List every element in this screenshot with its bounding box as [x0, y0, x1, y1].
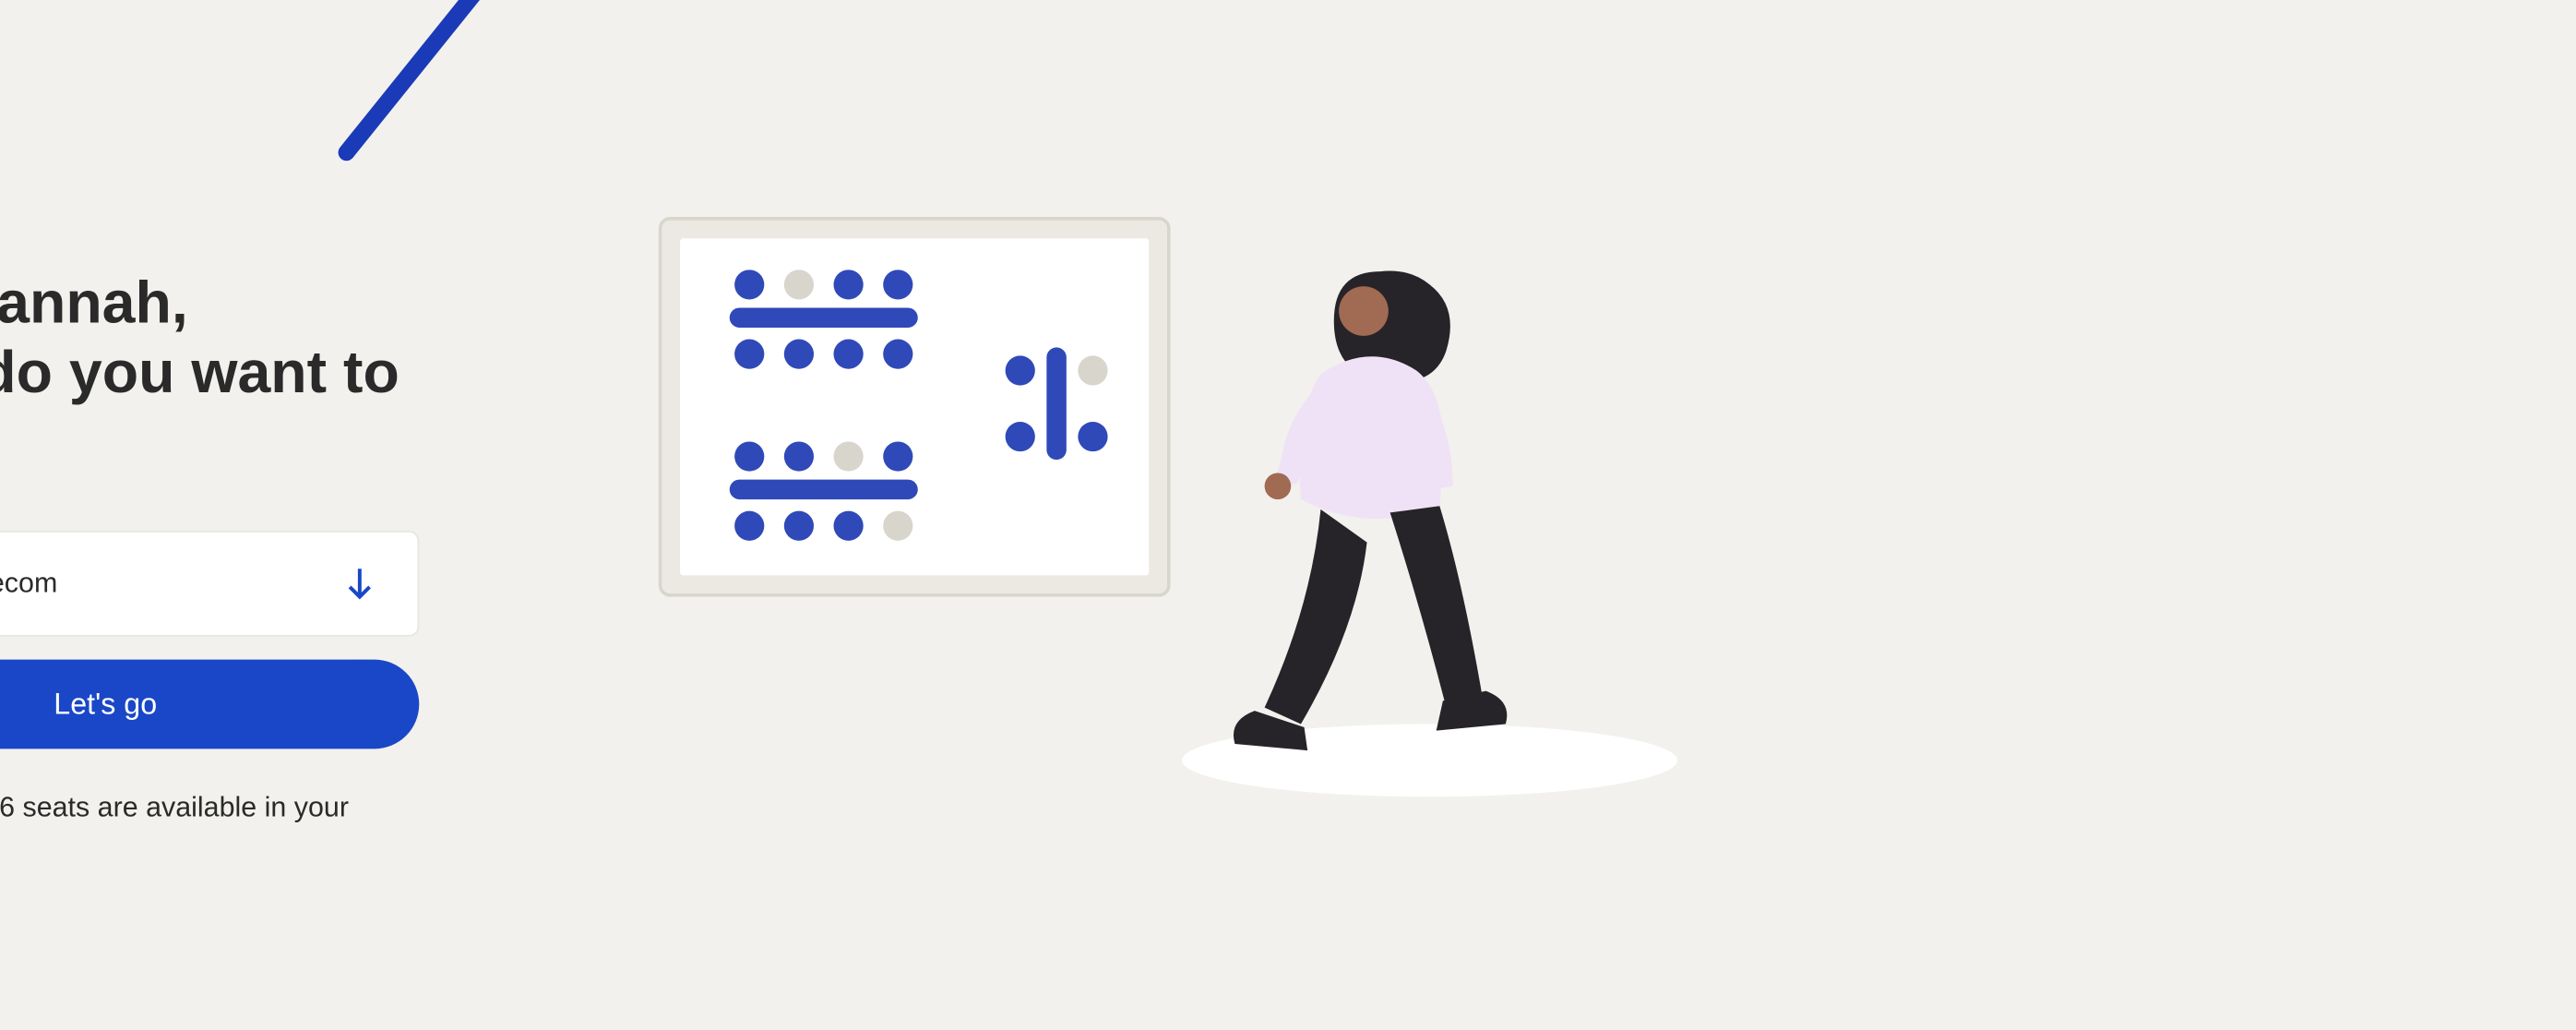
greeting: Hello Hannah, where do you want to book? — [0, 269, 419, 479]
illustration — [653, 212, 1677, 807]
availability-text: Currently 66 of 96 seats are available i… — [0, 793, 419, 859]
location-value: Location basecom — [0, 568, 57, 601]
greeting-line2: where do you want to book? — [0, 339, 400, 476]
greeting-line1: Hello Hannah, — [0, 269, 188, 336]
person-illustration — [1234, 271, 1507, 751]
lets-go-button[interactable]: Let's go — [0, 660, 419, 749]
arrow-down-icon — [345, 566, 375, 602]
booking-panel: Hello Hannah, where do you want to book?… — [0, 269, 419, 859]
annotation-arrow — [314, 0, 627, 169]
location-select[interactable]: Location basecom — [0, 532, 419, 638]
